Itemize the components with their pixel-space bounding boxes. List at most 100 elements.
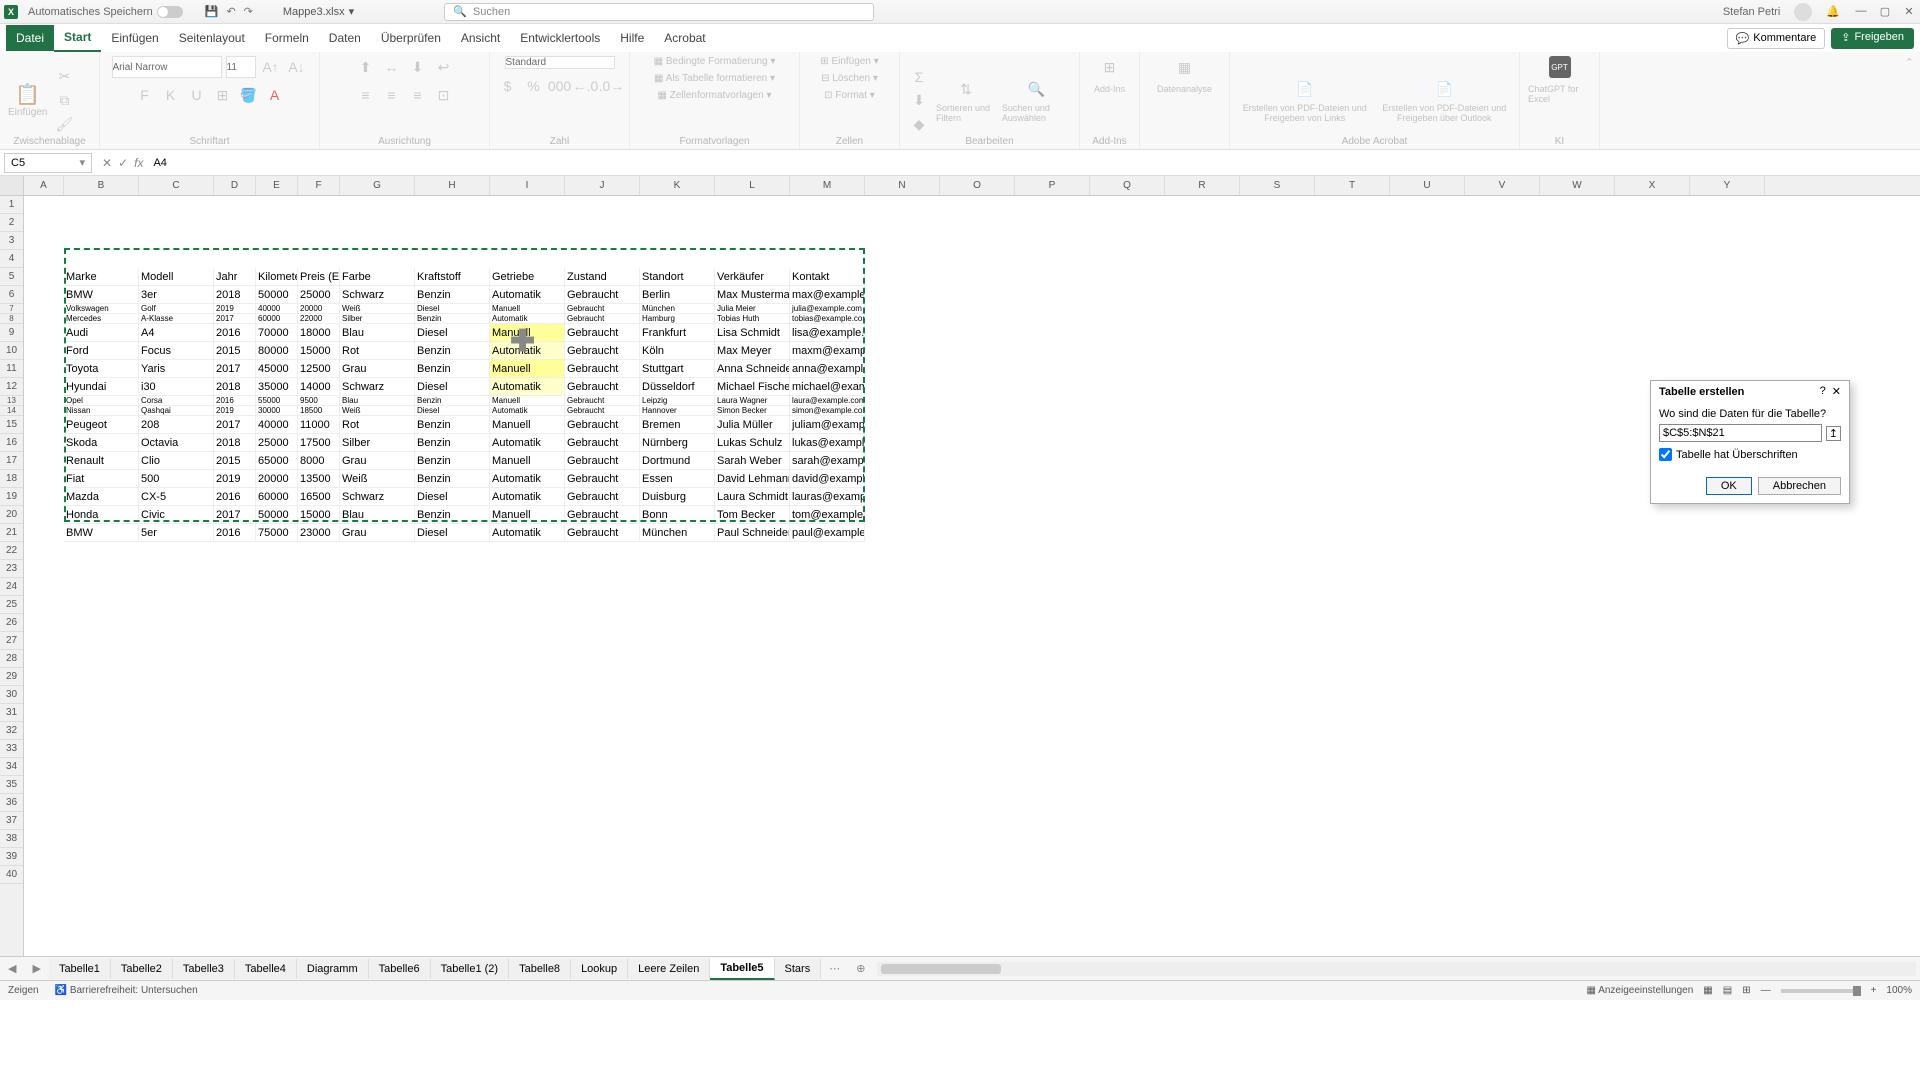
addins-icon[interactable]: ⊞ — [1099, 56, 1121, 78]
clear-icon[interactable]: ◆ — [908, 114, 930, 136]
cell[interactable]: Kontakt — [790, 268, 865, 286]
cell[interactable]: Automatik — [490, 342, 565, 360]
row-header-13[interactable]: 13 — [0, 396, 23, 406]
col-header-M[interactable]: M — [790, 176, 865, 195]
range-input[interactable] — [1659, 424, 1822, 442]
cell[interactable]: 50000 — [256, 506, 298, 524]
cell[interactable]: maxm@example.com — [790, 342, 865, 360]
col-header-V[interactable]: V — [1465, 176, 1540, 195]
cell[interactable]: 2019 — [214, 470, 256, 488]
cell[interactable]: 40000 — [256, 416, 298, 434]
cell[interactable]: 11000 — [298, 416, 340, 434]
format-painter-icon[interactable]: 🖌 — [53, 114, 75, 136]
row-header-37[interactable]: 37 — [0, 812, 23, 830]
align-mid-icon[interactable]: ↔ — [381, 56, 403, 78]
cell[interactable]: lukas@example.com — [790, 434, 865, 452]
ribbon-tab-entwicklertools[interactable]: Entwicklertools — [510, 25, 610, 51]
cell[interactable]: 18000 — [298, 324, 340, 342]
cell[interactable]: Automatik — [490, 488, 565, 506]
cell[interactable]: Benzin — [415, 470, 490, 488]
cell[interactable]: 65000 — [256, 452, 298, 470]
cell[interactable]: Tobias Huth — [715, 314, 790, 324]
autosum-icon[interactable]: Σ — [908, 66, 930, 88]
as-table-button[interactable]: ▦ Als Tabelle formatieren ▾ — [654, 73, 775, 84]
filename[interactable]: Mappe3.xlsx▾ — [283, 5, 354, 18]
cell[interactable]: Automatik — [490, 434, 565, 452]
col-header-C[interactable]: C — [139, 176, 214, 195]
cell[interactable]: 20000 — [256, 470, 298, 488]
row-header-39[interactable]: 39 — [0, 848, 23, 866]
cell[interactable]: lisa@example.com — [790, 324, 865, 342]
name-box[interactable]: C5▾ — [4, 153, 92, 173]
select-all-corner[interactable] — [0, 176, 23, 196]
ok-button[interactable]: OK — [1706, 477, 1752, 495]
font-name-input[interactable] — [112, 56, 222, 78]
cell[interactable]: Renault — [64, 452, 139, 470]
status-accessibility[interactable]: ♿ Barrierefreiheit: Untersuchen — [55, 985, 198, 996]
cell-styles-button[interactable]: ▦ Zellenformatvorlagen ▾ — [658, 90, 772, 101]
row-header-33[interactable]: 33 — [0, 740, 23, 758]
cell[interactable]: 17500 — [298, 434, 340, 452]
cell[interactable]: anna@example.com — [790, 360, 865, 378]
row-header-21[interactable]: 21 — [0, 524, 23, 542]
cell[interactable]: Diesel — [415, 524, 490, 542]
row-header-4[interactable]: 4 — [0, 250, 23, 268]
cell[interactable]: 75000 — [256, 524, 298, 542]
row-header-40[interactable]: 40 — [0, 866, 23, 884]
cell[interactable]: 2016 — [214, 396, 256, 406]
find-icon[interactable]: 🔍 — [1025, 79, 1047, 101]
cell[interactable]: 5er — [139, 524, 214, 542]
row-header-15[interactable]: 15 — [0, 416, 23, 434]
cell[interactable]: Lisa Schmidt — [715, 324, 790, 342]
cell[interactable]: Automatik — [490, 286, 565, 304]
cell[interactable]: Manuell — [490, 360, 565, 378]
row-header-5[interactable]: 5 — [0, 268, 23, 286]
cell[interactable]: Simon Becker — [715, 406, 790, 416]
ribbon-tab-acrobat[interactable]: Acrobat — [654, 25, 715, 51]
search-input[interactable]: 🔍 Suchen — [444, 3, 874, 21]
dec-dec-icon[interactable]: .0→ — [601, 75, 623, 97]
col-header-Q[interactable]: Q — [1090, 176, 1165, 195]
cell[interactable]: Leipzig — [640, 396, 715, 406]
col-header-K[interactable]: K — [640, 176, 715, 195]
view-pagelayout-icon[interactable]: ▤ — [1723, 985, 1732, 996]
ribbon-tab-ansicht[interactable]: Ansicht — [451, 25, 510, 51]
cell[interactable]: Kilometer — [256, 268, 298, 286]
formula-input[interactable] — [149, 153, 1920, 173]
cell[interactable]: Nürnberg — [640, 434, 715, 452]
row-header-3[interactable]: 3 — [0, 232, 23, 250]
cell[interactable]: juliam@example.com — [790, 416, 865, 434]
merge-icon[interactable]: ⊡ — [433, 84, 455, 106]
cell[interactable]: Benzin — [415, 286, 490, 304]
cell[interactable]: Schwarz — [340, 378, 415, 396]
add-sheet-icon[interactable]: ⊕ — [848, 962, 873, 975]
cell[interactable]: 500 — [139, 470, 214, 488]
accept-formula-icon[interactable]: ✓ — [118, 156, 128, 170]
cell[interactable]: 13500 — [298, 470, 340, 488]
cell[interactable]: München — [640, 524, 715, 542]
number-format-input[interactable] — [505, 56, 615, 69]
cell[interactable]: Qashqai — [139, 406, 214, 416]
col-header-E[interactable]: E — [256, 176, 298, 195]
cell[interactable]: Opel — [64, 396, 139, 406]
cell[interactable]: Max Meyer — [715, 342, 790, 360]
cell[interactable]: 35000 — [256, 378, 298, 396]
user-name[interactable]: Stefan Petri — [1723, 6, 1780, 18]
row-header-22[interactable]: 22 — [0, 542, 23, 560]
row-header-19[interactable]: 19 — [0, 488, 23, 506]
cell[interactable]: Benzin — [415, 360, 490, 378]
cell[interactable]: Automatik — [490, 406, 565, 416]
pdf-link-icon[interactable]: 📄 — [1294, 79, 1316, 101]
cell[interactable]: Gebraucht — [565, 324, 640, 342]
percent-icon[interactable]: % — [523, 75, 545, 97]
currency-icon[interactable]: $ — [497, 75, 519, 97]
cell[interactable]: 2016 — [214, 324, 256, 342]
zoom-in-icon[interactable]: + — [1871, 985, 1877, 996]
cell[interactable]: i30 — [139, 378, 214, 396]
cell[interactable]: Farbe — [340, 268, 415, 286]
cell[interactable]: Benzin — [415, 342, 490, 360]
cell[interactable]: Octavia — [139, 434, 214, 452]
sheet-tab[interactable]: Tabelle2 — [111, 959, 173, 979]
cell[interactable]: Diesel — [415, 406, 490, 416]
cell[interactable]: Bonn — [640, 506, 715, 524]
